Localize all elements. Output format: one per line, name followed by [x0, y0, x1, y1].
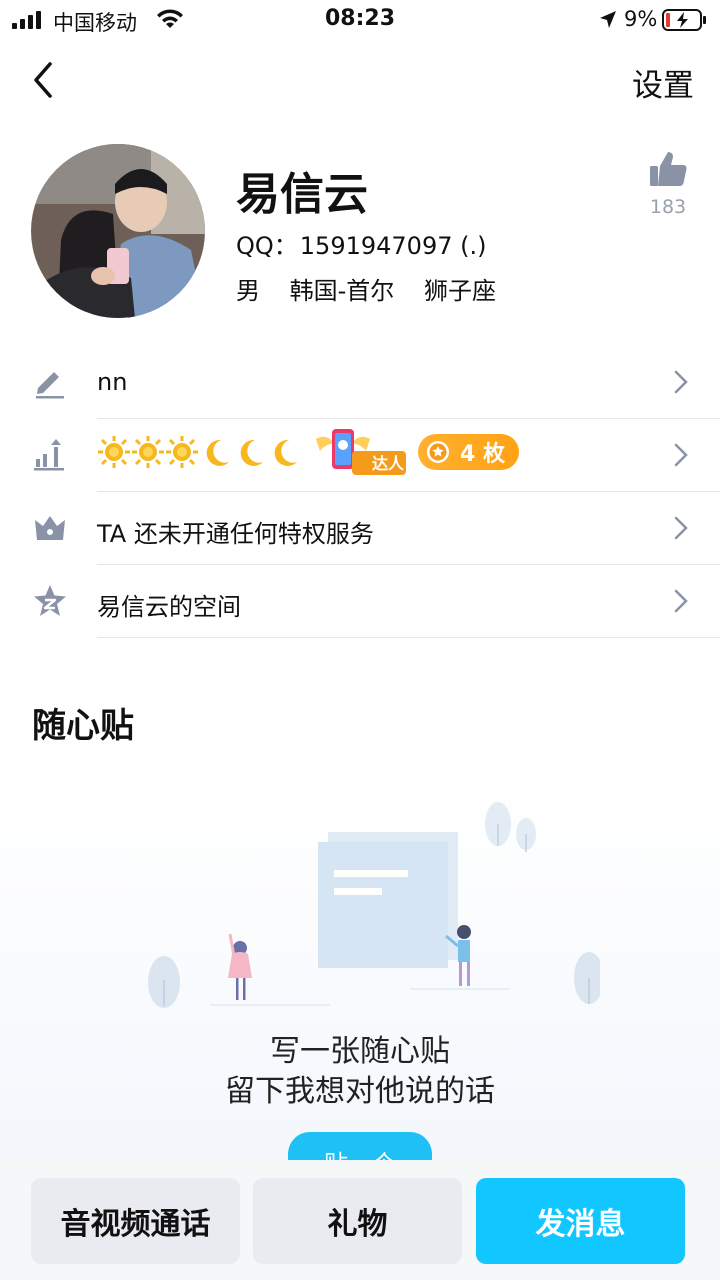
- space-text: 易信云的空间: [97, 593, 241, 621]
- pencil-icon: [36, 372, 64, 399]
- medal-badge[interactable]: 4 枚: [418, 434, 519, 470]
- qzone-star-icon: [34, 585, 66, 616]
- thumbs-up-icon: [650, 152, 687, 186]
- qq-number: QQ：1591947097 (.): [236, 226, 486, 261]
- crown-icon: [35, 516, 65, 540]
- qq-value: 1591947097 (.): [299, 232, 487, 260]
- level-row[interactable]: 达人 4 枚: [0, 419, 720, 492]
- level-icons: [97, 435, 301, 469]
- gender: 男: [236, 277, 260, 305]
- back-arrow-icon[interactable]: [26, 58, 62, 102]
- empty-hint-line1: 写一张随心贴: [270, 1034, 450, 1069]
- signature-text: nn: [97, 368, 128, 396]
- video-call-button[interactable]: 音视频通话: [31, 1178, 240, 1264]
- level-chart-icon: [34, 439, 64, 471]
- location-arrow-icon: [600, 11, 616, 28]
- settings-button[interactable]: 设置: [632, 60, 694, 105]
- privilege-text: TA 还未开通任何特权服务: [97, 520, 374, 548]
- moon-icon: [206, 439, 229, 466]
- like-button[interactable]: 183: [644, 150, 692, 218]
- talent-label: 达人: [372, 454, 405, 473]
- signature-row[interactable]: nn: [0, 346, 720, 419]
- chevron-right-icon: [674, 370, 688, 394]
- chevron-right-icon: [674, 443, 688, 467]
- qq-label: QQ：: [236, 232, 298, 260]
- location: 韩国-首尔: [289, 277, 395, 305]
- sun-icon: [132, 436, 164, 468]
- divider: [97, 637, 720, 638]
- section-title: 随心贴: [32, 706, 134, 746]
- battery-icon: [662, 9, 706, 31]
- space-row[interactable]: 易信云的空间: [0, 565, 720, 638]
- profile-name: 易信云: [236, 169, 368, 220]
- zodiac: 狮子座: [423, 277, 496, 305]
- medal-icon: [427, 441, 449, 463]
- medal-count: 4 枚: [460, 442, 505, 467]
- status-bar: 中国移动 08:23 9%: [0, 0, 720, 40]
- privilege-row[interactable]: TA 还未开通任何特权服务: [0, 492, 720, 565]
- gift-button[interactable]: 礼物: [253, 1178, 462, 1264]
- bottom-action-bar: 音视频通话 礼物 发消息: [0, 1160, 720, 1280]
- battery-percentage: 9%: [624, 7, 658, 31]
- empty-hint-line2: 留下我想对他说的话: [225, 1074, 495, 1109]
- moon-icon: [274, 439, 297, 466]
- avatar[interactable]: [31, 144, 205, 318]
- profile-meta: 男 韩国-首尔 狮子座: [236, 271, 518, 306]
- empty-note-illustration: [148, 802, 600, 1008]
- sun-icon: [166, 436, 198, 468]
- info-list: nn 达人 4 枚 TA 还未开通任何特权服务 易信云的空间: [0, 346, 720, 638]
- chevron-right-icon: [674, 516, 688, 540]
- chevron-right-icon: [674, 589, 688, 613]
- sun-icon: [98, 436, 130, 468]
- talent-badge-icon: 达人: [316, 429, 406, 475]
- send-message-button[interactable]: 发消息: [476, 1178, 685, 1264]
- moon-icon: [240, 439, 263, 466]
- like-count: 183: [649, 196, 687, 218]
